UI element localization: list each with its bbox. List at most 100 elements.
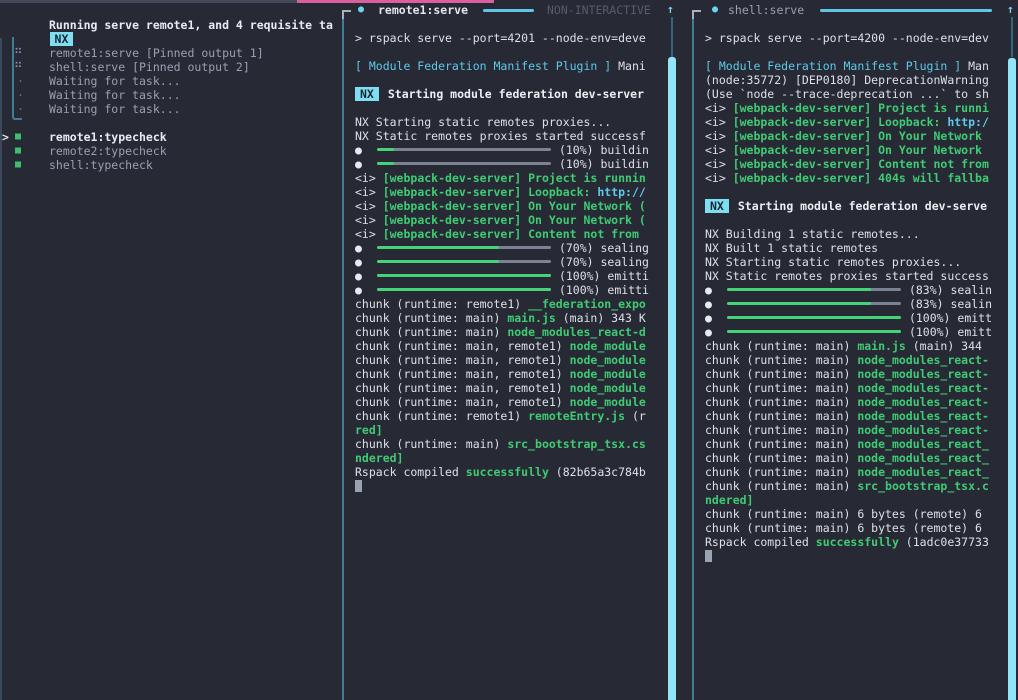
terminal-line: chunk (runtime: main) node_modules_react… (705, 367, 992, 381)
terminal-line: chunk (runtime: main, remote1) node_modu… (355, 395, 649, 409)
terminal-line: <i> [webpack-dev-server] Project is runn… (705, 101, 992, 115)
terminal-line: NX Building 1 static remotes... (705, 227, 992, 241)
progress-bar (727, 288, 901, 291)
terminal-line: chunk (runtime: main) node_modules_react… (705, 451, 992, 465)
terminal-cursor (705, 550, 712, 562)
spinner-icon: ⠛ (14, 46, 22, 60)
task-row[interactable]: ·Waiting for task... (0, 102, 342, 116)
terminal-line: [ Module Federation Manifest Plugin ] Ma… (705, 59, 992, 73)
nx-badge: NX (705, 199, 729, 213)
terminal-line (705, 549, 992, 563)
task-label: remote1:typecheck (49, 130, 167, 144)
task-row[interactable]: ⠛remote1:serve [Pinned output 1] (0, 46, 342, 60)
task-row[interactable]: · Waiting for task... (0, 74, 342, 88)
terminal-line (355, 479, 649, 493)
task-label: Waiting for task... (49, 74, 181, 88)
terminal-line (705, 45, 992, 59)
terminal-line: NXStarting module federation dev-serve (705, 199, 992, 213)
scrollbar-track[interactable] (671, 17, 673, 57)
scrollbar-track[interactable] (1011, 17, 1013, 57)
terminal-line: chunk (runtime: main) node_modules_react… (355, 325, 649, 339)
terminal-line: chunk (runtime: main) node_modules_react… (705, 381, 992, 395)
nx-badge: NX (355, 87, 379, 101)
task-row[interactable]: ■remote2:typecheck (0, 144, 342, 158)
terminal-line: ndered] (355, 451, 649, 465)
mode-label: NON-INTERACTIVE (547, 3, 651, 17)
terminal-cursor (355, 480, 362, 492)
task-row[interactable]: ·Waiting for task... (0, 88, 342, 102)
pane-shell-serve: ● shell:serve > rspack serve --port=4200… (692, 0, 1018, 700)
terminal-line (355, 101, 649, 115)
terminal-line: <i> [webpack-dev-server] Project is runn… (355, 171, 649, 185)
selected-arrow-icon: > (2, 130, 9, 144)
terminal-line: chunk (runtime: main) 6 bytes (remote) 6 (705, 521, 992, 535)
task-label: Waiting for task... (49, 102, 181, 116)
terminal-line: ●(83%) sealin (705, 297, 992, 311)
spinner-icon: ⠛ (14, 60, 22, 74)
task-row[interactable]: ⠛shell:serve [Pinned output 2] (0, 60, 342, 74)
terminal-line: chunk (runtime: main) src_bootstrap_tsx.… (355, 437, 649, 451)
header-rule (820, 9, 992, 12)
terminal-line: NX Static remotes proxies started succes… (705, 269, 992, 283)
terminal-line: Rspack compiled successfully (82b65a3c78… (355, 465, 649, 479)
progress-bar (377, 260, 551, 263)
terminal-line: chunk (runtime: main) node_modules_react… (705, 465, 992, 479)
terminal-line: <i> [webpack-dev-server] On Your Network… (355, 213, 649, 227)
pane-title: remote1:serve (378, 3, 468, 17)
progress-bar (377, 274, 551, 277)
terminal-line: ●(70%) sealing (355, 241, 649, 255)
terminal-line: (Use `node --trace-deprecation ...` to s… (705, 87, 992, 101)
terminal-line: chunk (runtime: main) main.js (main) 344 (705, 339, 992, 353)
terminal-line: chunk (runtime: remote1) __federation_ex… (355, 297, 649, 311)
terminal-line: <i> [webpack-dev-server] On Your Network… (355, 199, 649, 213)
terminal-line: chunk (runtime: main) node_modules_react… (705, 423, 992, 437)
task-list-pane: NX Running serve remote1, and 4 requisit… (0, 0, 342, 700)
pinned-task-list: ⠛remote1:serve [Pinned output 1]⠛shell:s… (0, 46, 342, 116)
task-row[interactable]: >■remote1:typecheck (0, 130, 342, 144)
terminal-line: chunk (runtime: main) node_modules_react… (705, 409, 992, 423)
terminal-line: chunk (runtime: remote1) remoteEntry.js … (355, 409, 649, 423)
terminal-line: <i> [webpack-dev-server] 404s will fallb… (705, 171, 992, 185)
terminal-line: ●(83%) sealin (705, 283, 992, 297)
task-list-header: NX Running serve remote1, and 4 requisit… (8, 18, 73, 32)
terminal-line: ●(70%) sealing (355, 255, 649, 269)
progress-bar (377, 162, 551, 165)
terminal-output: > rspack serve --port=4201 --node-env=de… (355, 31, 649, 493)
scrollbar-thumb[interactable] (668, 57, 676, 700)
pane-border (692, 10, 702, 700)
scrollbar-thumb[interactable] (1008, 58, 1016, 700)
terminal-line: chunk (runtime: main, remote1) node_modu… (355, 367, 649, 381)
terminal-line: ●(100%) emitt (705, 325, 992, 339)
terminal-line: > rspack serve --port=4201 --node-env=de… (355, 31, 649, 45)
scroll-up-icon[interactable]: ↑ (1007, 2, 1014, 16)
terminal-line: chunk (runtime: main) node_modules_react… (705, 353, 992, 367)
terminal-line (705, 185, 992, 199)
terminal-line: chunk (runtime: main, remote1) node_modu… (355, 353, 649, 367)
terminal-line: ●(10%) buildin (355, 157, 649, 171)
terminal-line: NX Built 1 static remotes (705, 241, 992, 255)
terminal-output: > rspack serve --port=4200 --node-env=de… (705, 31, 992, 563)
terminal-line: red] (355, 423, 649, 437)
terminal-line: ●(100%) emitt (705, 311, 992, 325)
terminal-line: Rspack compiled successfully (1adc0e3773… (705, 535, 992, 549)
waiting-dot-icon: · (17, 74, 24, 88)
pane-header: ● shell:serve (692, 3, 1018, 17)
task-row[interactable]: ■shell:typecheck (0, 158, 342, 172)
terminal-line: NXStarting module federation dev-server (355, 87, 649, 101)
terminal-line: <i> [webpack-dev-server] Content not fro… (355, 227, 649, 241)
terminal-line: chunk (runtime: main, remote1) node_modu… (355, 339, 649, 353)
terminal-screen: NX Running serve remote1, and 4 requisit… (0, 0, 1018, 700)
terminal-line: NX Static remotes proxies started succes… (355, 129, 649, 143)
terminal-line: chunk (runtime: main) 6 bytes (remote) 6 (705, 507, 992, 521)
task-label: shell:typecheck (49, 158, 153, 172)
scroll-up-icon[interactable]: ↑ (667, 2, 674, 16)
terminal-line: ●(100%) emitti (355, 283, 649, 297)
pane-bullet-icon: ● (358, 3, 364, 17)
progress-bar (377, 288, 551, 291)
pane-header: ● remote1:serve NON-INTERACTIVE (342, 3, 680, 17)
terminal-line: ndered] (705, 493, 992, 507)
pane-border (342, 10, 352, 700)
terminal-line: ●(10%) buildin (355, 143, 649, 157)
terminal-line: [ Module Federation Manifest Plugin ] Ma… (355, 59, 649, 73)
progress-bar (377, 148, 551, 151)
